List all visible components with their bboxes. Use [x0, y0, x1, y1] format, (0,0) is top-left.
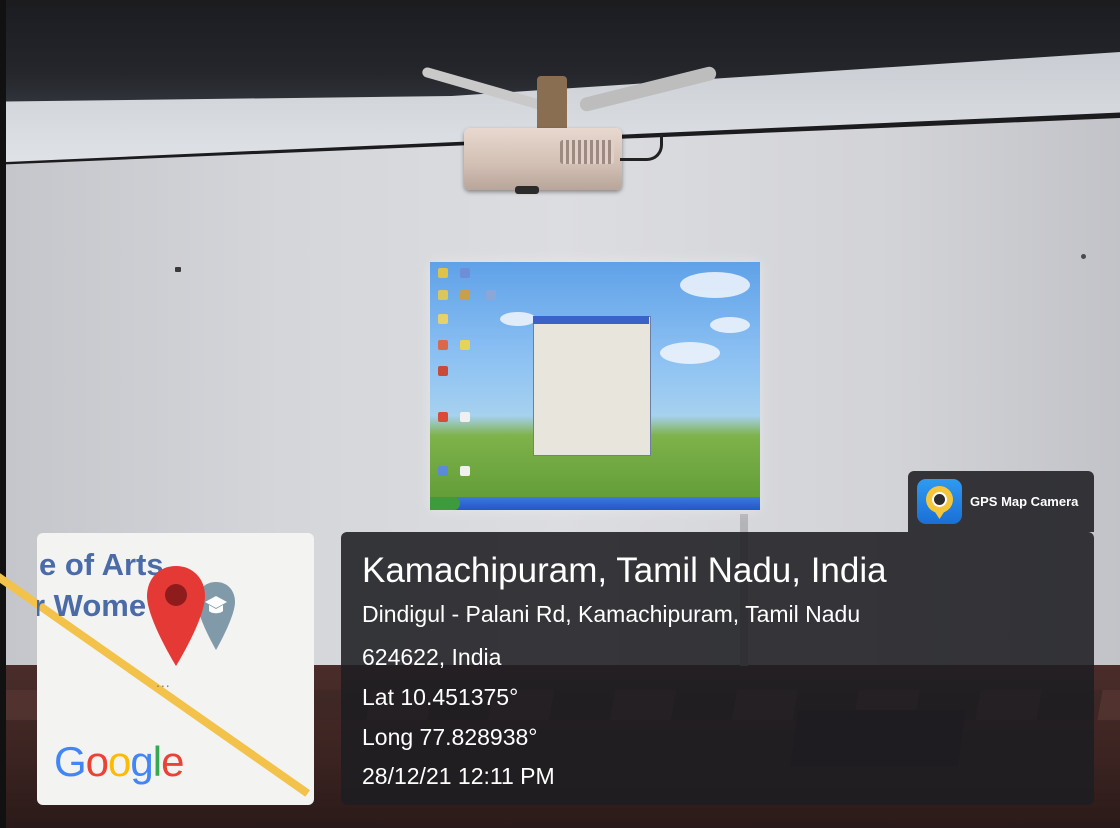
desktop-icon — [438, 290, 448, 300]
location-pin-icon — [147, 566, 205, 666]
desktop-icon — [460, 412, 470, 422]
projector-cable — [620, 134, 663, 161]
desktop-icon — [438, 466, 448, 476]
longitude: Long 77.828938° — [362, 724, 538, 750]
desktop-icon — [460, 466, 470, 476]
desktop-icon — [438, 340, 448, 350]
cloud — [660, 342, 720, 364]
google-logo-letter: G — [54, 738, 87, 785]
map-place-label: r Wome — [37, 588, 147, 623]
desktop-icon — [438, 412, 448, 422]
map-more-dots: ... — [156, 674, 171, 690]
cloud — [500, 312, 536, 326]
google-logo-letter: e — [161, 738, 184, 785]
wall-hook — [1081, 254, 1086, 259]
pin-tail — [933, 509, 946, 519]
desktop-icon — [438, 268, 448, 278]
google-logo-letter: o — [85, 738, 109, 785]
projected-start-button — [430, 497, 460, 510]
projected-dialog-window — [533, 316, 651, 456]
camera-lens — [932, 492, 947, 507]
projector-lens — [515, 186, 539, 194]
google-logo-letter: o — [108, 738, 131, 785]
address-line: Dindigul - Palani Rd, Kamachipuram, Tami… — [362, 601, 861, 627]
address-line: 624622, India — [362, 644, 502, 670]
gps-map-camera-icon — [917, 479, 962, 524]
cloud — [710, 317, 750, 333]
desktop-icon — [460, 340, 470, 350]
latitude: Lat 10.451375° — [362, 684, 519, 710]
desktop-icon — [460, 268, 470, 278]
cloud — [680, 272, 750, 298]
wall-hook — [175, 267, 181, 272]
app-name: GPS Map Camera — [970, 494, 1079, 509]
projected-dialog-titlebar — [533, 316, 649, 324]
desktop-icon — [486, 290, 496, 300]
projector-vent — [560, 140, 614, 164]
google-logo-letter: g — [130, 738, 153, 785]
location-title: Kamachipuram, Tamil Nadu, India — [362, 551, 887, 590]
desktop-icon — [438, 366, 448, 376]
desktop-icon — [460, 290, 470, 300]
projector-mount — [537, 76, 567, 134]
google-logo: Google — [54, 738, 184, 786]
google-logo-letter: l — [152, 738, 162, 785]
projected-taskbar — [430, 497, 760, 510]
timestamp: 28/12/21 12:11 PM — [362, 763, 555, 789]
photo-edge — [0, 0, 6, 828]
desktop-icon — [438, 314, 448, 324]
